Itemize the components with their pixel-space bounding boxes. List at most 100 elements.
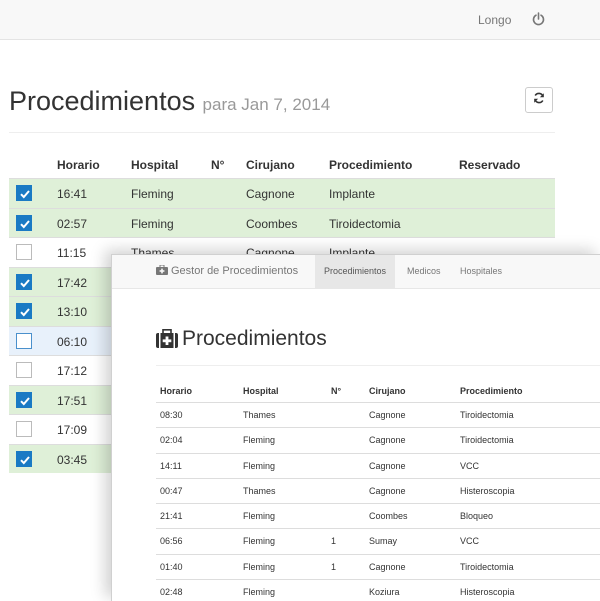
cell-procedure: Tiroidectomia <box>460 410 514 420</box>
table-row[interactable]: 21:41 Fleming Coombes Bloqueo <box>156 503 600 528</box>
cell-time: 06:10 <box>57 334 88 349</box>
cell-procedure: Tiroidectomia <box>329 216 401 231</box>
cell-time: 21:41 <box>160 511 183 522</box>
reserved-checkbox[interactable] <box>16 332 32 349</box>
table-row[interactable]: 02:48 Fleming Koziura Histeroscopia <box>156 579 600 601</box>
cell-time: 01:40 <box>160 561 183 572</box>
top-navbar: Longo <box>0 0 600 40</box>
page-subtitle-date: para Jan 7, 2014 <box>202 95 331 114</box>
cell-time: 06:56 <box>160 536 183 547</box>
table-row[interactable]: 01:40 Fleming 1 Cagnone Tiroidectomia <box>156 553 600 579</box>
col-header-procedimiento[interactable]: Procedimiento <box>329 158 412 172</box>
medkit-icon <box>156 264 168 275</box>
reserved-checkbox[interactable] <box>16 273 32 290</box>
cell-procedure: Tiroidectomia <box>460 561 514 572</box>
navbar-brand-label: Gestor de Procedimientos <box>171 265 299 277</box>
cell-hospital: Fleming <box>243 536 276 547</box>
table-row[interactable]: 16:41 Fleming Cagnone Implante <box>9 178 555 208</box>
page-title-text: Procedimientos <box>9 86 196 116</box>
refresh-icon <box>533 91 545 109</box>
reserved-checkbox[interactable] <box>16 391 32 408</box>
cell-surgeon: Sumay <box>369 536 398 547</box>
medkit-icon <box>156 329 178 348</box>
cell-hospital: Fleming <box>243 561 276 572</box>
page-title: Procedimientos para Jan 7, 2014 <box>9 86 330 117</box>
cell-time: 02:57 <box>57 216 88 231</box>
col-header-horario[interactable]: Horario <box>57 158 100 172</box>
table-row[interactable]: 14:11 Fleming Cagnone VCC <box>156 452 600 478</box>
refresh-button[interactable] <box>525 87 553 113</box>
cell-surgeon: Coombes <box>246 216 298 231</box>
table-row[interactable]: 02:04 Fleming Cagnone Tiroidectomia <box>156 427 600 452</box>
table-row[interactable]: 00:47 Thames Cagnone Histeroscopia <box>156 477 600 503</box>
cell-time: 17:09 <box>57 423 88 437</box>
cell-time: 13:10 <box>57 305 88 319</box>
cell-time: 17:42 <box>57 275 88 290</box>
cell-hospital: Fleming <box>243 460 276 471</box>
front-navbar: Gestor de Procedimientos Procedimientos … <box>112 255 600 289</box>
table-row[interactable]: 02:57 Fleming Coombes Tiroidectomia <box>9 207 555 237</box>
cell-time: 02:48 <box>160 587 183 598</box>
cell-num: 1 <box>331 536 337 547</box>
reserved-checkbox[interactable] <box>16 185 32 201</box>
front-page-title-text: Procedimientos <box>182 327 327 350</box>
front-page-title: Procedimientos <box>156 327 327 351</box>
cell-surgeon: Cagnone <box>369 460 406 471</box>
cell-time: 08:30 <box>160 410 183 420</box>
user-menu-link[interactable]: Longo <box>478 13 511 27</box>
table-row[interactable]: 08:30 Thames Cagnone Tiroidectomia <box>156 402 600 427</box>
front-col-header-cirujano[interactable]: Cirujano <box>369 386 406 396</box>
cell-hospital: Fleming <box>243 511 276 522</box>
cell-time: 00:47 <box>160 485 183 496</box>
cell-time: 11:15 <box>57 246 87 260</box>
nav-tab-hospitales[interactable]: Hospitales <box>460 266 502 276</box>
front-col-header-procedimiento[interactable]: Procedimiento <box>460 386 523 396</box>
cell-procedure: Histeroscopia <box>460 485 515 496</box>
col-header-reservado[interactable]: Reservado <box>459 158 520 172</box>
cell-surgeon: Cagnone <box>369 410 406 420</box>
reserved-checkbox[interactable] <box>16 362 32 378</box>
cell-procedure: Tiroidectomia <box>460 435 514 446</box>
cell-hospital: Fleming <box>131 216 174 231</box>
cell-procedure: VCC <box>460 460 480 471</box>
front-col-header-num[interactable]: N° <box>331 386 341 396</box>
nav-tab-medicos[interactable]: Medicos <box>407 266 441 276</box>
cell-surgeon: Cagnone <box>369 485 406 496</box>
cell-surgeon: Cagnone <box>369 435 406 446</box>
cell-hospital: Thames <box>243 410 276 420</box>
front-procedures-table: 08:30 Thames Cagnone Tiroidectomia 02:04 Flem… <box>156 402 600 601</box>
power-icon[interactable] <box>532 12 545 26</box>
cell-surgeon: Koziura <box>369 587 400 598</box>
front-col-header-hospital[interactable]: Hospital <box>243 386 279 396</box>
reserved-checkbox[interactable] <box>16 214 32 231</box>
cell-time: 02:04 <box>160 435 183 446</box>
cell-time: 17:51 <box>57 393 88 408</box>
cell-procedure: Bloqueo <box>460 511 494 522</box>
cell-surgeon: Coombes <box>369 511 408 522</box>
nav-tab-procedimientos[interactable]: Procedimientos <box>315 255 396 288</box>
cell-hospital: Fleming <box>243 435 276 446</box>
cell-time: 14:11 <box>160 460 182 471</box>
col-header-hospital[interactable]: Hospital <box>131 158 178 172</box>
cell-surgeon: Cagnone <box>246 187 295 201</box>
cell-time: 17:12 <box>57 364 88 378</box>
reserved-checkbox[interactable] <box>16 303 32 319</box>
front-window: Gestor de Procedimientos Procedimientos … <box>111 254 600 601</box>
reserved-checkbox[interactable] <box>16 421 32 437</box>
cell-hospital: Fleming <box>131 187 174 201</box>
cell-hospital: Thames <box>243 485 276 496</box>
front-col-header-horario[interactable]: Horario <box>160 386 192 396</box>
cell-num: 1 <box>331 561 337 572</box>
col-header-num[interactable]: N° <box>211 158 224 172</box>
title-divider <box>9 132 555 133</box>
cell-time: 03:45 <box>57 452 88 467</box>
cell-hospital: Fleming <box>243 587 276 598</box>
cell-procedure: Implante <box>329 187 376 201</box>
reserved-checkbox[interactable] <box>16 450 32 467</box>
col-header-cirujano[interactable]: Cirujano <box>246 158 295 172</box>
reserved-checkbox[interactable] <box>16 244 32 260</box>
table-row[interactable]: 06:56 Fleming 1 Sumay VCC <box>156 528 600 553</box>
front-title-divider <box>156 365 600 366</box>
cell-procedure: Histeroscopia <box>460 587 515 598</box>
navbar-brand[interactable]: Gestor de Procedimientos <box>156 264 299 277</box>
